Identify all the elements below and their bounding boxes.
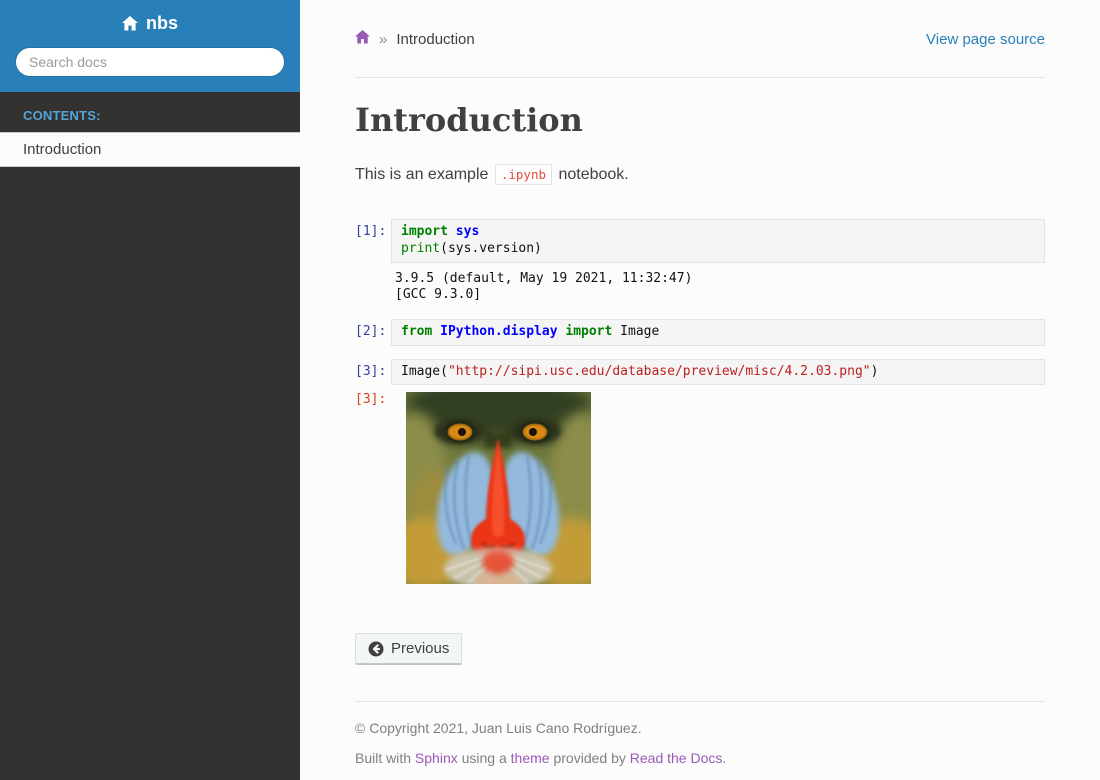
intro-text-after: notebook. <box>554 166 629 183</box>
footer-divider <box>355 701 1045 702</box>
cell-input-row: [2]: from IPython.display import Image <box>355 319 1045 346</box>
code-token: import <box>565 324 612 339</box>
code-token: import <box>401 224 448 239</box>
built-with-text: Built with Sphinx using a theme provided… <box>355 750 1045 766</box>
output-text: 3.9.5 (default, May 19 2021, 11:32:47) [… <box>395 271 1045 304</box>
sidebar-header: nbs <box>0 0 300 92</box>
main-content: » Introduction View page source Introduc… <box>300 0 1100 780</box>
built-mid2: provided by <box>550 750 630 766</box>
page-title: Introduction <box>355 101 1045 139</box>
cell-output-row: [3]: <box>355 387 1045 584</box>
code-token: Image( <box>401 364 448 379</box>
input-prompt: [2]: <box>355 319 391 339</box>
notebook-cell: [1]: import sys print(sys.version) 3.9.5 (… <box>355 219 1045 306</box>
input-prompt: [3]: <box>355 359 391 379</box>
code-input-area[interactable]: import sys print(sys.version) <box>391 219 1045 262</box>
arrow-circle-left-icon <box>368 641 384 657</box>
cell-output-image <box>391 387 1045 584</box>
intro-paragraph: This is an example .ipynb notebook. <box>355 164 1045 186</box>
search-box <box>15 47 285 77</box>
read-the-docs-link[interactable]: Read the Docs <box>630 750 723 766</box>
output-prompt-empty <box>355 265 391 270</box>
code-block: from IPython.display import Image <box>401 324 1035 341</box>
previous-button-label: Previous <box>391 640 449 657</box>
code-token <box>448 224 456 239</box>
notebook-cell: [3]: Image("http://sipi.usc.edu/database/… <box>355 359 1045 585</box>
app-window: nbs CONTENTS: Introduction » Introduc <box>0 0 1100 780</box>
code-token <box>432 324 440 339</box>
code-block: import sys print(sys.version) <box>401 224 1035 257</box>
code-token: "http://sipi.usc.edu/database/preview/mi… <box>448 364 871 379</box>
previous-button[interactable]: Previous <box>355 633 462 665</box>
home-icon <box>355 30 370 48</box>
built-suffix: . <box>722 750 726 766</box>
home-icon <box>122 16 138 31</box>
cell-input-row: [3]: Image("http://sipi.usc.edu/database/… <box>355 359 1045 386</box>
code-token: sys <box>456 224 479 239</box>
notebook-cells: [1]: import sys print(sys.version) 3.9.5 (… <box>355 219 1045 584</box>
intro-text-before: This is an example <box>355 166 493 183</box>
code-token: print <box>401 241 440 256</box>
code-input-area[interactable]: Image("http://sipi.usc.edu/database/prev… <box>391 359 1045 386</box>
notebook-cell: [2]: from IPython.display import Image <box>355 319 1045 346</box>
brand-title: nbs <box>146 13 178 34</box>
brand-home-link[interactable]: nbs <box>122 13 178 34</box>
copyright-text: © Copyright 2021, Juan Luis Cano Rodrígu… <box>355 720 1045 736</box>
cell-output-text: 3.9.5 (default, May 19 2021, 11:32:47) [… <box>391 265 1045 306</box>
sphinx-link[interactable]: Sphinx <box>415 750 458 766</box>
code-token: IPython.display <box>440 324 557 339</box>
cell-output-row: 3.9.5 (default, May 19 2021, 11:32:47) [… <box>355 265 1045 306</box>
code-token: (sys.version) <box>440 241 542 256</box>
cell-input-row: [1]: import sys print(sys.version) <box>355 219 1045 262</box>
code-token: from <box>401 324 432 339</box>
sidebar-item-introduction[interactable]: Introduction <box>0 132 300 167</box>
code-token: Image <box>612 324 659 339</box>
breadcrumb: » Introduction View page source <box>355 30 1045 48</box>
breadcrumb-home-link[interactable] <box>355 30 370 48</box>
theme-link[interactable]: theme <box>511 750 550 766</box>
code-block: Image("http://sipi.usc.edu/database/prev… <box>401 364 1035 381</box>
input-prompt: [1]: <box>355 219 391 239</box>
search-input[interactable] <box>15 47 285 77</box>
breadcrumb-divider <box>355 77 1045 78</box>
breadcrumb-current: Introduction <box>396 31 474 48</box>
sidebar-contents-caption: CONTENTS: <box>0 92 300 132</box>
code-input-area[interactable]: from IPython.display import Image <box>391 319 1045 346</box>
breadcrumb-trail: » Introduction <box>355 30 475 48</box>
code-token: ) <box>871 364 879 379</box>
sidebar: nbs CONTENTS: Introduction <box>0 0 300 780</box>
built-prefix: Built with <box>355 750 415 766</box>
built-mid1: using a <box>458 750 511 766</box>
ipynb-inline-code: .ipynb <box>495 164 552 185</box>
footer: © Copyright 2021, Juan Luis Cano Rodrígu… <box>355 720 1045 766</box>
view-page-source-link[interactable]: View page source <box>926 31 1045 48</box>
mandrill-test-image <box>406 392 591 584</box>
output-prompt: [3]: <box>355 387 391 407</box>
breadcrumb-separator: » <box>379 31 387 48</box>
